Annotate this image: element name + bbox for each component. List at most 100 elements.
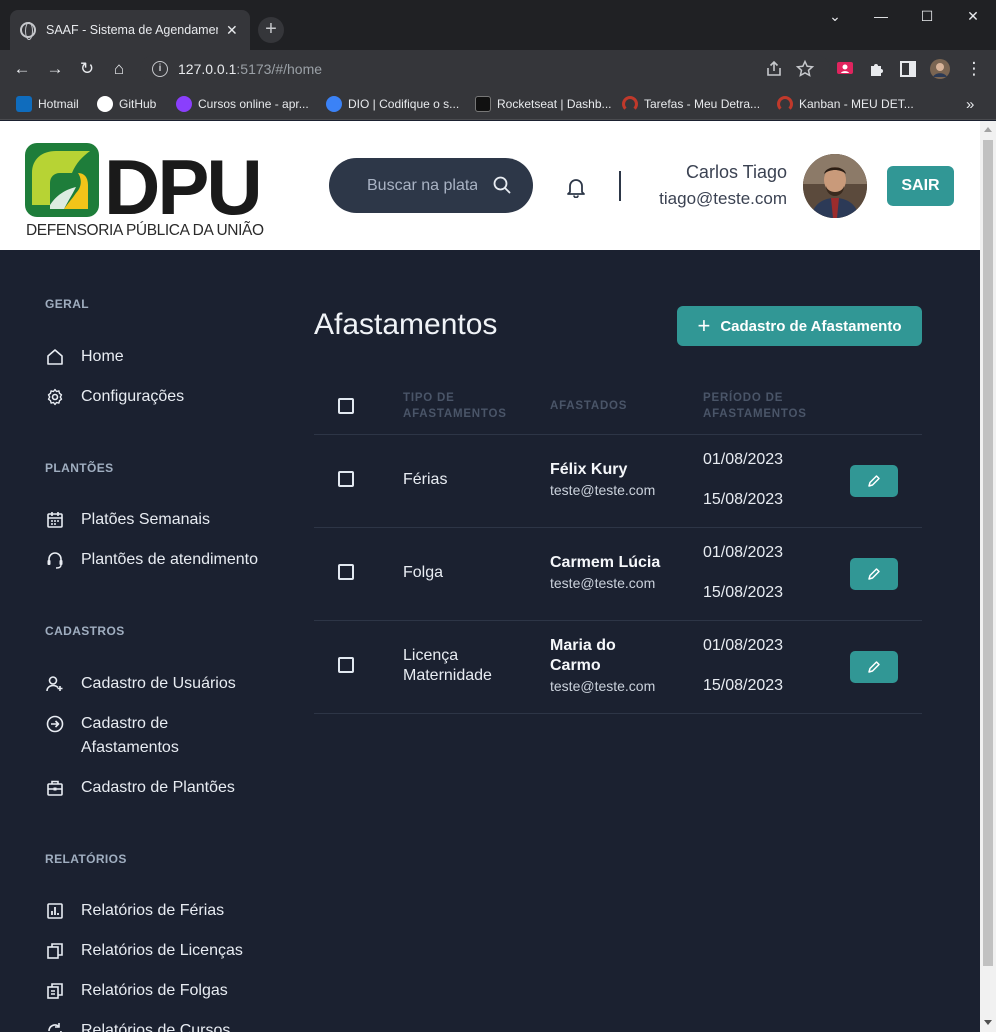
site-info-icon[interactable]: i bbox=[152, 61, 168, 77]
sidebar-item-cadastro-usuarios[interactable]: Cadastro de Usuários bbox=[45, 674, 236, 696]
cell-email: teste@teste.com bbox=[550, 678, 656, 694]
browser-toolbar: ← → ↻ ⌂ i 127.0.0.1:5173/#/home ⋮ bbox=[0, 50, 996, 88]
tab-search-chevron-icon[interactable]: ⌄ bbox=[812, 0, 858, 32]
sidebar-item-label: Plantões de atendimento bbox=[81, 551, 259, 568]
avatar[interactable] bbox=[803, 154, 867, 218]
bookmark-kanban[interactable]: Kanban - MEU DET... bbox=[777, 94, 914, 114]
bookmark-dio[interactable]: DIO | Codifique o s... bbox=[326, 94, 459, 114]
address-bar[interactable]: i 127.0.0.1:5173/#/home bbox=[140, 55, 830, 83]
share-icon[interactable] bbox=[764, 59, 784, 79]
sidebar-item-label: Cadastro de Usuários bbox=[81, 675, 236, 692]
extension-screen-icon[interactable] bbox=[835, 59, 855, 79]
bookmark-cursos[interactable]: Cursos online - apr... bbox=[176, 94, 309, 114]
close-window-button[interactable]: ✕ bbox=[950, 0, 996, 32]
bookmark-rocketseat[interactable]: Rocketseat | Dashb... bbox=[475, 94, 612, 114]
edit-button[interactable] bbox=[850, 651, 898, 683]
maximize-button[interactable]: ☐ bbox=[904, 0, 950, 32]
pencil-icon bbox=[868, 568, 880, 580]
cell-tipo: Licença Maternidade bbox=[403, 647, 492, 684]
extensions-puzzle-icon[interactable] bbox=[867, 59, 887, 79]
bookmark-star-icon[interactable] bbox=[795, 59, 815, 79]
scroll-up-arrow-icon[interactable] bbox=[984, 127, 992, 132]
minimize-button[interactable]: — bbox=[858, 0, 904, 32]
row-checkbox[interactable] bbox=[338, 471, 354, 487]
svg-text:DPU: DPU bbox=[104, 143, 260, 231]
tab-close-icon[interactable]: ✕ bbox=[226, 22, 238, 39]
side-panel-icon[interactable] bbox=[898, 59, 918, 79]
edit-button[interactable] bbox=[850, 558, 898, 590]
documents-icon bbox=[47, 983, 63, 999]
sidebar-item-label: Relatórios de Cursos bbox=[81, 1022, 231, 1032]
tab-title: SAAF - Sistema de Agendamento bbox=[46, 23, 218, 37]
pencil-icon bbox=[868, 475, 880, 487]
edit-button[interactable] bbox=[850, 465, 898, 497]
home-browser-icon[interactable]: ⌂ bbox=[107, 57, 131, 81]
detran-icon bbox=[622, 96, 638, 112]
sidebar-item-relatorios-licencas[interactable]: Relatórios de Licenças bbox=[45, 941, 243, 963]
app-header: DPU DEFENSORIA PÚBLICA DA UNIÃO Carlos T… bbox=[0, 121, 980, 250]
user-plus-icon bbox=[46, 676, 63, 692]
pencil-icon bbox=[868, 661, 880, 673]
sidebar-section-relatorios: RELATÓRIOS bbox=[45, 852, 127, 866]
sidebar-item-home[interactable]: Home bbox=[45, 347, 124, 369]
sidebar-item-relatorios-ferias[interactable]: Relatórios de Férias bbox=[45, 901, 224, 923]
cell-nome: Carmem Lúcia bbox=[550, 554, 661, 571]
github-icon bbox=[97, 96, 113, 112]
copy-icon bbox=[47, 943, 63, 959]
sidebar-item-label: Configurações bbox=[81, 388, 185, 405]
cell-tipo: Folga bbox=[403, 564, 444, 581]
column-header-afastados: Afastados bbox=[550, 400, 628, 412]
cell-data-fim: 15/08/2023 bbox=[703, 584, 784, 601]
sidebar-item-plantoes-atendimento[interactable]: Plantões de atendimento bbox=[45, 550, 258, 572]
sidebar-item-label: Cadastro de Plantões bbox=[81, 779, 235, 796]
new-tab-button[interactable]: + bbox=[258, 17, 284, 43]
bookmarks-bar: Hotmail GitHub Cursos online - apr... DI… bbox=[0, 88, 996, 120]
dpu-logo: DPU DEFENSORIA PÚBLICA DA UNIÃO bbox=[25, 143, 264, 239]
bookmark-tarefas[interactable]: Tarefas - Meu Detra... bbox=[622, 94, 760, 114]
bookmark-label: DIO | Codifique o s... bbox=[348, 97, 460, 111]
cell-nome: Maria do Carmo bbox=[550, 637, 616, 674]
bookmark-hotmail[interactable]: Hotmail bbox=[16, 94, 79, 114]
bookmarks-more-icon[interactable]: » bbox=[966, 94, 974, 114]
detran-icon bbox=[777, 96, 793, 112]
bookmark-label: Kanban - MEU DET... bbox=[799, 97, 914, 111]
sidebar-item-platoes-semanais[interactable]: Platões Semanais bbox=[45, 510, 210, 532]
select-all-checkbox[interactable] bbox=[338, 398, 354, 414]
rocketseat-icon bbox=[475, 96, 491, 112]
row-checkbox[interactable] bbox=[338, 657, 354, 673]
sidebar-item-label: Relatórios de Férias bbox=[81, 902, 225, 919]
briefcase-icon bbox=[47, 780, 63, 796]
back-arrow-icon[interactable]: ← bbox=[10, 57, 34, 81]
bell-icon[interactable] bbox=[565, 176, 587, 198]
sidebar-item-configuracoes[interactable]: Configurações bbox=[45, 387, 184, 409]
search-input[interactable] bbox=[367, 176, 477, 195]
reload-icon[interactable]: ↻ bbox=[75, 57, 99, 81]
globe-icon bbox=[20, 22, 36, 40]
scrollbar-thumb[interactable] bbox=[983, 140, 993, 966]
forward-arrow-icon[interactable]: → bbox=[43, 57, 67, 81]
add-afastamento-button[interactable]: + Cadastro de Afastamento bbox=[677, 306, 922, 346]
plus-icon: + bbox=[697, 313, 711, 338]
sidebar-section-plantoes: PLANTÕES bbox=[45, 461, 114, 475]
row-checkbox[interactable] bbox=[338, 564, 354, 580]
logout-button[interactable]: SAIR bbox=[887, 166, 954, 206]
profile-avatar-icon[interactable] bbox=[930, 59, 950, 79]
cell-data-inicio: 01/08/2023 bbox=[703, 637, 784, 654]
page-title: Afastamentos bbox=[314, 308, 498, 341]
scroll-down-arrow-icon[interactable] bbox=[984, 1020, 992, 1025]
sidebar-item-cadastro-afastamentos[interactable]: Cadastro de Afastamentos bbox=[45, 714, 245, 760]
bookmark-github[interactable]: GitHub bbox=[97, 94, 156, 114]
browser-tab[interactable]: SAAF - Sistema de Agendamento ✕ bbox=[10, 10, 250, 50]
sidebar-item-relatorios-folgas[interactable]: Relatórios de Folgas bbox=[45, 981, 228, 1003]
menu-kebab-icon[interactable]: ⋮ bbox=[962, 57, 986, 81]
sidebar: GERAL Home Configurações PLANTÕES Platõe… bbox=[0, 250, 290, 1032]
search-bar bbox=[329, 158, 533, 213]
row-divider bbox=[314, 434, 922, 435]
sidebar-item-relatorios-cursos[interactable]: Relatórios de Cursos bbox=[45, 1021, 230, 1032]
sidebar-item-label: Relatórios de Licenças bbox=[81, 942, 243, 959]
search-icon[interactable] bbox=[493, 176, 511, 194]
cell-tipo: Férias bbox=[403, 471, 448, 488]
sidebar-item-cadastro-plantoes[interactable]: Cadastro de Plantões bbox=[45, 778, 235, 800]
home-icon bbox=[47, 349, 63, 365]
sidebar-item-label: Home bbox=[81, 348, 124, 365]
